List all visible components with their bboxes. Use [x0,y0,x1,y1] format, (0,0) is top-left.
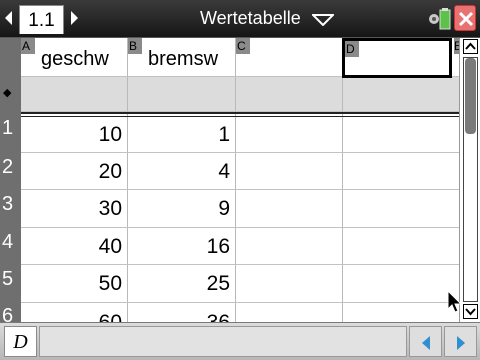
previous-page-arrow-icon[interactable] [3,8,15,28]
document-title[interactable]: Wertetabelle [200,7,301,29]
row-number[interactable]: 5 [0,267,20,291]
column-letter: A [21,38,35,54]
scroll-up-button[interactable] [463,39,478,54]
cell-a3[interactable]: 30 [21,190,127,227]
cell-a4[interactable]: 40 [21,228,127,265]
close-button[interactable] [454,5,476,31]
mouse-pointer-icon [447,289,463,319]
formula-row-marker: ◆ [3,87,12,99]
column-name: bremsw [148,48,219,70]
cell-b3[interactable]: 9 [128,190,235,227]
spreadsheet[interactable]: ◆ A geschw B bremsw C 1 2 3 4 5 6 10 1 2… [0,38,480,322]
cell-a6[interactable]: 60 [21,304,127,322]
row-number[interactable]: 3 [0,192,20,216]
cell-b5[interactable]: 25 [128,265,235,302]
entry-bar: D [0,322,480,360]
vertical-scrollbar[interactable] [459,38,480,322]
formula-row[interactable] [21,76,459,111]
right-arrow-icon [457,336,465,350]
column-letter: B [128,38,142,54]
tab-page[interactable]: 1.1 [19,5,64,34]
cell-a2[interactable]: 20 [21,153,127,190]
row-number[interactable]: 2 [0,155,20,179]
column-header-a[interactable]: A geschw [21,38,127,76]
column-letter: D [345,41,359,57]
close-icon [458,11,474,27]
chevron-up-icon [465,42,476,50]
row-number[interactable]: 6 [0,304,20,322]
cell-b6[interactable]: 36 [128,304,235,322]
left-arrow-icon [422,336,430,350]
scroll-down-button[interactable] [463,304,478,319]
row-number[interactable]: 4 [0,230,20,254]
cell-b4[interactable]: 16 [128,228,235,265]
scroll-thumb[interactable] [465,58,476,134]
next-page-arrow-icon[interactable] [68,8,80,28]
cell-a5[interactable]: 50 [21,265,127,302]
column-letter: C [236,38,250,54]
column-name: geschw [41,48,109,70]
next-button[interactable] [444,326,477,357]
entry-line-input[interactable] [39,326,407,357]
chevron-down-icon [465,308,476,316]
column-header-b[interactable]: B bremsw [128,38,235,76]
cell-b2[interactable]: 4 [128,153,235,190]
cell-reference[interactable]: D [4,326,37,357]
cell-a1[interactable]: 10 [21,116,127,153]
title-bar: 1.1 Wertetabelle [0,0,480,38]
previous-button[interactable] [409,326,442,357]
chevron-down-icon[interactable] [310,13,336,31]
battery-icon [428,7,452,36]
scroll-track[interactable] [463,57,478,302]
cell-b1[interactable]: 1 [128,116,235,153]
column-header-d-selected[interactable]: D [342,38,452,78]
column-header-c[interactable]: C [236,38,342,76]
row-number[interactable]: 1 [0,116,20,140]
